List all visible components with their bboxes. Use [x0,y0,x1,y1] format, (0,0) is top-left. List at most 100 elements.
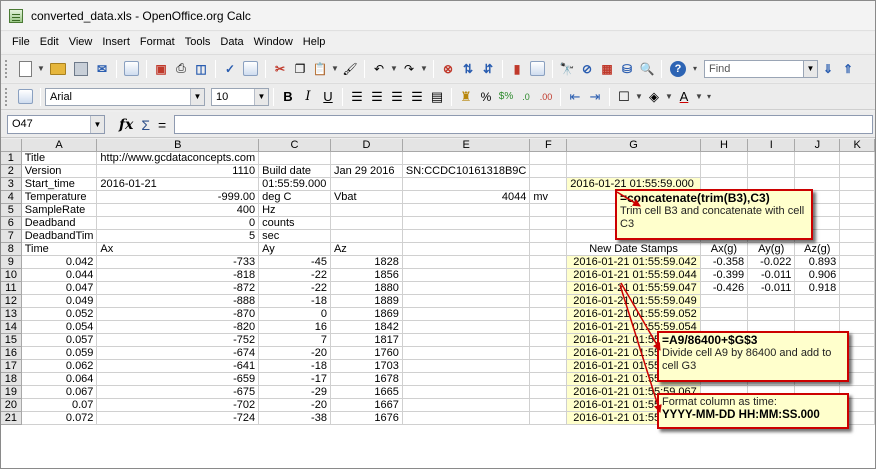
sort-descending-icon[interactable]: ⇵ [479,60,497,78]
cell-b7[interactable]: 5 [96,229,260,244]
cell-g11[interactable]: 2016-01-21 01:55:59.047 [566,281,701,296]
cell-c3[interactable]: 01:55:59.000 [258,177,331,192]
column-header-f[interactable]: F [529,139,568,153]
toolbar-options-icon[interactable]: ▾ [705,88,713,106]
row-header-16[interactable]: 16 [1,346,22,361]
menu-tools[interactable]: Tools [180,32,216,52]
cell-k12[interactable] [839,294,875,309]
cell-e5[interactable] [402,203,531,218]
cell-g9[interactable]: 2016-01-21 01:55:59.042 [566,255,701,270]
cell-e12[interactable] [402,294,531,309]
cell-k11[interactable] [839,281,875,296]
cell-f7[interactable] [529,229,568,244]
cell-k8[interactable] [839,242,875,257]
cell-e4[interactable]: 4044 [402,190,531,205]
row-header-15[interactable]: 15 [1,333,22,348]
email-icon[interactable]: ✉ [93,60,111,78]
cell-k13[interactable] [839,307,875,322]
cell-a9[interactable]: 0.042 [21,255,98,270]
cell-i8[interactable]: Ay(g) [747,242,796,257]
cell-i12[interactable] [747,294,796,309]
cell-i11[interactable]: -0.011 [747,281,796,296]
cell-f1[interactable] [529,151,568,166]
bold-icon[interactable]: B [279,88,297,106]
cell-b14[interactable]: -820 [96,320,260,335]
cell-e17[interactable] [402,359,531,374]
cell-f8[interactable] [529,242,568,257]
sum-icon[interactable]: Σ [141,117,150,133]
add-decimal-icon[interactable]: .0 [517,88,535,106]
chevron-down-icon[interactable]: ▼ [90,116,104,133]
cell-i9[interactable]: -0.022 [747,255,796,270]
chevron-down-icon[interactable]: ▼ [190,88,204,105]
cell-f21[interactable] [529,411,568,426]
row-header-9[interactable]: 9 [1,255,22,270]
cell-d5[interactable] [330,203,403,218]
cell-b5[interactable]: 400 [96,203,260,218]
cell-h2[interactable] [700,164,749,179]
cell-e15[interactable] [402,333,531,348]
cell-d20[interactable]: 1667 [330,398,403,413]
cell-a19[interactable]: 0.067 [21,385,98,400]
row-header-17[interactable]: 17 [1,359,22,374]
cell-c11[interactable]: -22 [258,281,331,296]
cell-a7[interactable]: DeadbandTim [21,229,98,244]
find-dropdown-icon[interactable]: ▼ [804,59,818,78]
column-header-d[interactable]: D [330,139,403,153]
row-header-14[interactable]: 14 [1,320,22,335]
cell-a1[interactable]: Title [21,151,98,166]
print-icon[interactable]: ⎙ [172,60,190,78]
background-dropdown-icon[interactable]: ▼ [665,88,673,106]
cell-d13[interactable]: 1869 [330,307,403,322]
cell-b9[interactable]: -733 [96,255,260,270]
cell-a2[interactable]: Version [21,164,98,179]
cell-b19[interactable]: -675 [96,385,260,400]
find-input[interactable]: Find [704,59,804,78]
row-header-12[interactable]: 12 [1,294,22,309]
cell-e21[interactable] [402,411,531,426]
cell-e6[interactable] [402,216,531,231]
row-header-3[interactable]: 3 [1,177,22,192]
row-header-2[interactable]: 2 [1,164,22,179]
cell-g1[interactable] [566,151,701,166]
standard-format-icon[interactable]: $% [497,88,515,106]
row-header-18[interactable]: 18 [1,372,22,387]
cell-b17[interactable]: -641 [96,359,260,374]
column-header-b[interactable]: B [96,139,260,153]
cell-d1[interactable] [330,151,403,166]
increase-indent-icon[interactable]: ⇥ [586,88,604,106]
navigator-icon[interactable]: ⊘ [578,60,596,78]
new-dropdown-icon[interactable]: ▼ [37,60,45,78]
cell-a10[interactable]: 0.044 [21,268,98,283]
gallery-icon[interactable]: ▦ [598,60,616,78]
column-header-e[interactable]: E [402,139,531,153]
open-folder-icon[interactable] [50,62,66,75]
undo-dropdown-icon[interactable]: ▼ [390,60,398,78]
cell-d14[interactable]: 1842 [330,320,403,335]
cell-f4[interactable]: mv [529,190,568,205]
cell-e13[interactable] [402,307,531,322]
cell-c2[interactable]: Build date [258,164,331,179]
column-header-c[interactable]: C [258,139,331,153]
cell-j11[interactable]: 0.918 [794,281,841,296]
cell-c21[interactable]: -38 [258,411,331,426]
cell-f14[interactable] [529,320,568,335]
cell-h12[interactable] [700,294,749,309]
cell-d8[interactable]: Az [330,242,403,257]
merge-cells-icon[interactable]: ▤ [428,88,446,106]
cell-c1[interactable] [258,151,331,166]
autospellcheck-icon[interactable] [243,61,258,76]
cell-f20[interactable] [529,398,568,413]
cell-a17[interactable]: 0.062 [21,359,98,374]
cell-a4[interactable]: Temperature [21,190,98,205]
cell-e11[interactable] [402,281,531,296]
cell-a14[interactable]: 0.054 [21,320,98,335]
cell-d11[interactable]: 1880 [330,281,403,296]
cell-b15[interactable]: -752 [96,333,260,348]
cell-f2[interactable] [529,164,568,179]
cell-f12[interactable] [529,294,568,309]
cell-c5[interactable]: Hz [258,203,331,218]
row-header-8[interactable]: 8 [1,242,22,257]
percent-format-icon[interactable]: % [477,88,495,106]
cell-j8[interactable]: Az(g) [794,242,841,257]
